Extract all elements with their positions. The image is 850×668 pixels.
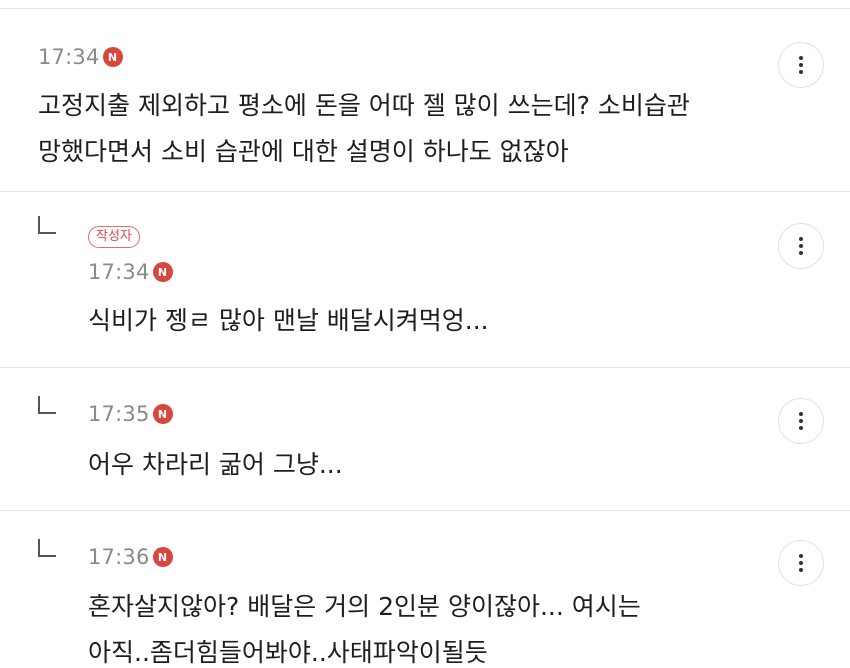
comment-time: 17:36 <box>88 545 150 569</box>
comment-line: 식비가 젱ㄹ 많아 맨날 배달시켜먹엉... <box>88 306 489 335</box>
comment-meta: 17:35 N <box>88 402 173 426</box>
more-vertical-icon <box>799 237 803 255</box>
more-options-button[interactable] <box>778 540 824 586</box>
reply-arrow-icon <box>38 539 56 557</box>
more-vertical-icon <box>799 554 803 572</box>
comment-meta: 17:34 N <box>38 45 123 69</box>
more-options-button[interactable] <box>778 398 824 444</box>
reply-item: 작성자 17:34 N 식비가 젱ㄹ 많아 맨날 배달시켜먹엉... <box>0 191 850 367</box>
more-options-button[interactable] <box>778 42 824 88</box>
comment-line: 혼자살지않아? 배달은 거의 2인분 양이잖아... 여시는 <box>88 592 641 621</box>
more-options-button[interactable] <box>778 223 824 269</box>
comment-item: 17:34 N 고정지출 제외하고 평소에 돈을 어따 젤 많이 쓰는데? 소비… <box>0 8 850 191</box>
new-badge: N <box>152 404 173 424</box>
new-badge: N <box>102 47 123 67</box>
comment-text: 혼자살지않아? 배달은 거의 2인분 양이잖아... 여시는 아직..좀더힘들어… <box>88 584 641 668</box>
comment-meta: 17:36 N <box>88 545 173 569</box>
comment-text: 고정지출 제외하고 평소에 돈을 어따 젤 많이 쓰는데? 소비습관 망했다면서… <box>38 83 690 175</box>
new-badge: N <box>152 262 173 282</box>
comment-list: 17:34 N 고정지출 제외하고 평소에 돈을 어따 젤 많이 쓰는데? 소비… <box>0 0 850 668</box>
reply-item: 17:36 N 혼자살지않아? 배달은 거의 2인분 양이잖아... 여시는 아… <box>0 510 850 668</box>
comment-line: 아직..좀더힘들어봐야..사태파악이될듯 <box>88 638 488 667</box>
comment-time: 17:34 <box>38 45 100 69</box>
more-vertical-icon <box>799 412 803 430</box>
new-badge: N <box>152 547 173 567</box>
more-vertical-icon <box>799 56 803 74</box>
comment-line: 망했다면서 소비 습관에 대한 설명이 하나도 없잖아 <box>38 137 569 166</box>
reply-arrow-icon <box>38 396 56 414</box>
comment-meta: 17:34 N <box>88 260 173 284</box>
comment-line: 고정지출 제외하고 평소에 돈을 어따 젤 많이 쓰는데? 소비습관 <box>38 91 690 120</box>
comment-time: 17:34 <box>88 260 150 284</box>
reply-arrow-icon <box>38 216 56 234</box>
reply-item: 17:35 N 어우 차라리 굶어 그냥... <box>0 367 850 510</box>
author-badge: 작성자 <box>88 226 140 248</box>
comment-line: 어우 차라리 굶어 그냥... <box>88 450 343 479</box>
comment-time: 17:35 <box>88 402 150 426</box>
comment-text: 어우 차라리 굶어 그냥... <box>88 442 343 488</box>
comment-text: 식비가 젱ㄹ 많아 맨날 배달시켜먹엉... <box>88 298 489 344</box>
